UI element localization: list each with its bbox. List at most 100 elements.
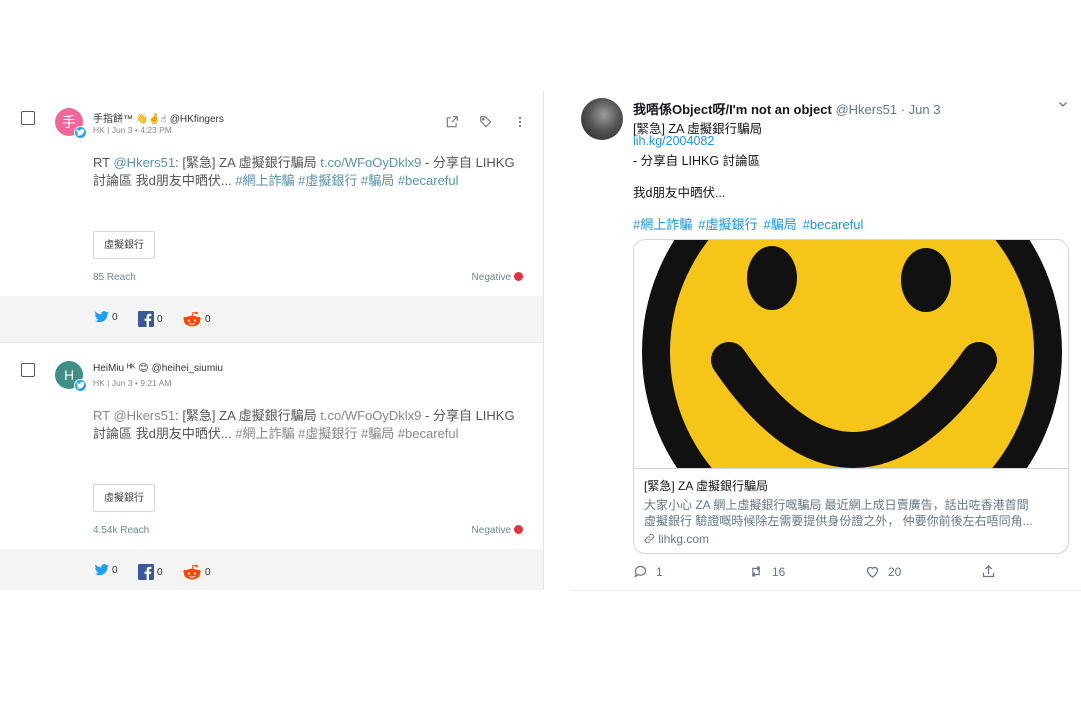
card-description: 大家小心 ZA 網上虛擬銀行嘅騙局 最近網上成日賣廣告，話出咗香港首間 虛擬銀行… xyxy=(644,497,1060,529)
reply-button[interactable]: 1 xyxy=(633,564,663,579)
post-meta: HK | Jun 3 • 4:23 PM xyxy=(93,125,172,135)
facebook-share-count[interactable]: 0 xyxy=(138,564,163,580)
mention-card: 手 手指餅™ 👋🤞☝ @HKfingers HK | Jun 3 • 4:23 P… xyxy=(0,90,543,342)
post-actions xyxy=(445,115,527,129)
share-stats-bar: 0 0 0 xyxy=(0,549,543,590)
author-name[interactable]: 手指餅™ 👋🤞☝ xyxy=(93,114,167,125)
tweet-header: 我唔係Object呀/I'm not an object @Hkers51 · … xyxy=(633,99,940,118)
negative-dot-icon xyxy=(514,272,523,281)
reach-count: 85 Reach xyxy=(93,272,136,283)
twitter-badge-icon xyxy=(74,126,87,139)
hashtag-link[interactable]: #網上詐騙 xyxy=(633,217,692,232)
negative-dot-icon xyxy=(514,525,523,534)
post-meta: HK | Jun 3 • 9:21 AM xyxy=(93,378,172,388)
twitter-badge-icon xyxy=(74,379,87,392)
card-image xyxy=(634,240,1068,468)
reddit-icon xyxy=(183,311,201,327)
sentiment-label[interactable]: Negative xyxy=(472,272,523,283)
more-vertical-icon[interactable] xyxy=(513,115,527,129)
tweet-link[interactable]: lih.kg/2004082 xyxy=(633,134,714,148)
retweet-icon xyxy=(751,566,761,577)
twitter-share-count[interactable]: 0 xyxy=(95,311,118,323)
tweet-line-3: 我d朋友中晒伏... xyxy=(633,186,726,200)
hashtag-link[interactable]: #騙局 xyxy=(763,217,796,232)
tweet-author-handle[interactable]: @Hkers51 xyxy=(835,102,897,117)
like-count: 20 xyxy=(888,564,902,579)
like-icon xyxy=(866,566,879,578)
hashtag-link[interactable]: #becareful xyxy=(803,217,864,232)
text-prefix: RT xyxy=(93,408,114,423)
retweet-count: 16 xyxy=(772,564,786,579)
reddit-count: 0 xyxy=(205,566,211,578)
card-title: [緊急] ZA 虛擬銀行騙局 xyxy=(644,479,769,493)
text-a: : [緊急] ZA 虛擬銀行騙局 xyxy=(175,408,321,423)
post-text: RT @Hkers51: [緊急] ZA 虛擬銀行騙局 t.co/WFoOyDk… xyxy=(93,407,523,443)
text-a: : [緊急] ZA 虛擬銀行騙局 xyxy=(175,155,321,170)
twitter-icon xyxy=(95,311,109,323)
retweet-button[interactable]: 16 xyxy=(748,564,785,579)
tag-icon[interactable] xyxy=(479,115,493,129)
reddit-count: 0 xyxy=(205,313,211,325)
avatar-letter: 手 xyxy=(62,114,76,130)
avatar-letter: H xyxy=(63,367,75,383)
card-meta: [緊急] ZA 虛擬銀行騙局 大家小心 ZA 網上虛擬銀行嘅騙局 最近網上成日賣… xyxy=(634,468,1068,553)
facebook-count: 0 xyxy=(157,566,163,578)
facebook-icon xyxy=(138,564,154,580)
mention-link[interactable]: @Hkers51 xyxy=(113,408,175,423)
chevron-down-icon[interactable] xyxy=(1057,98,1069,113)
reply-count: 1 xyxy=(656,564,663,579)
avatar[interactable]: H xyxy=(55,361,87,392)
topic-tag-chip[interactable]: 虛擬銀行 xyxy=(93,231,155,259)
reddit-share-count[interactable]: 0 xyxy=(182,311,211,327)
topic-tag-chip[interactable]: 虛擬銀行 xyxy=(93,484,155,512)
post-text: RT @Hkers51: [緊急] ZA 虛擬銀行騙局 t.co/WFoOyDk… xyxy=(93,154,523,190)
sentiment-text: Negative xyxy=(471,525,511,536)
smiley-face-icon xyxy=(642,240,1062,468)
mentions-panel: 手 手指餅™ 👋🤞☝ @HKfingers HK | Jun 3 • 4:23 P… xyxy=(0,90,544,590)
tweet-actions: 1 16 20 xyxy=(633,564,1033,582)
card-domain-text: lihkg.com xyxy=(658,532,710,546)
twitter-icon xyxy=(95,564,109,576)
tweet-line-2: - 分享自 LIHKG 討論區 xyxy=(633,154,761,168)
twitter-share-count[interactable]: 0 xyxy=(95,564,118,576)
url-link[interactable]: t.co/WFoOyDklx9 xyxy=(320,155,421,170)
link-icon xyxy=(644,533,655,544)
facebook-count: 0 xyxy=(157,313,163,325)
card-domain: lihkg.com xyxy=(644,532,1060,546)
hashtag-links[interactable]: #網上詐騙 #虛擬銀行 #騙局 #becareful xyxy=(235,426,458,441)
tweet-hashtags: #網上詐騙 #虛擬銀行 #騙局 #becareful xyxy=(633,214,869,233)
reach-count: 4.54k Reach xyxy=(93,525,150,536)
hashtag-link[interactable]: #虛擬銀行 xyxy=(698,217,757,232)
card-desc-line-2: 虛擬銀行 驗證嘅時候除左需要提供身份證之外， 仲要你前後左右唔同角... xyxy=(644,514,1033,528)
facebook-share-count[interactable]: 0 xyxy=(138,311,163,327)
tweet-date[interactable]: Jun 3 xyxy=(909,102,941,117)
select-checkbox[interactable] xyxy=(21,111,35,125)
twitter-count: 0 xyxy=(112,564,118,576)
card-desc-line-1: 大家小心 ZA 網上虛擬銀行嘅騙局 最近網上成日賣廣告，話出咗香港首間 xyxy=(644,498,1029,512)
url-link[interactable]: t.co/WFoOyDklx9 xyxy=(320,408,421,423)
reddit-share-count[interactable]: 0 xyxy=(182,564,211,580)
mention-link[interactable]: @Hkers51 xyxy=(113,155,175,170)
author-line: 手指餅™ 👋🤞☝ @HKfingers xyxy=(93,110,224,125)
hashtag-links[interactable]: #網上詐騙 #虛擬銀行 #騙局 #becareful xyxy=(235,173,458,188)
facebook-icon xyxy=(138,311,154,327)
like-button[interactable]: 20 xyxy=(865,564,901,579)
embedded-tweet: 我唔係Object呀/I'm not an object @Hkers51 · … xyxy=(571,90,1081,591)
tweet-author-name[interactable]: 我唔係Object呀/I'm not an object xyxy=(633,102,832,117)
tweet-header-dot: · xyxy=(900,102,906,117)
text-prefix: RT xyxy=(93,155,114,170)
tweet-avatar[interactable] xyxy=(581,98,623,140)
share-button[interactable] xyxy=(981,564,996,579)
open-external-icon[interactable] xyxy=(445,115,459,129)
link-preview-card[interactable]: [緊急] ZA 虛擬銀行騙局 大家小心 ZA 網上虛擬銀行嘅騙局 最近網上成日賣… xyxy=(633,239,1069,554)
twitter-count: 0 xyxy=(112,311,118,323)
select-checkbox[interactable] xyxy=(21,363,35,377)
author-handle[interactable]: @HKfingers xyxy=(170,114,224,125)
author-name[interactable]: HeiMiu ᴴᴷ 😊 xyxy=(93,363,149,374)
sentiment-label[interactable]: Negative xyxy=(472,525,523,536)
author-handle[interactable]: @heihei_siumiu xyxy=(152,363,223,374)
share-icon xyxy=(982,564,995,578)
avatar[interactable]: 手 xyxy=(55,108,87,139)
author-line: HeiMiu ᴴᴷ 😊 @heihei_siumiu xyxy=(93,363,223,374)
reddit-icon xyxy=(183,564,201,580)
